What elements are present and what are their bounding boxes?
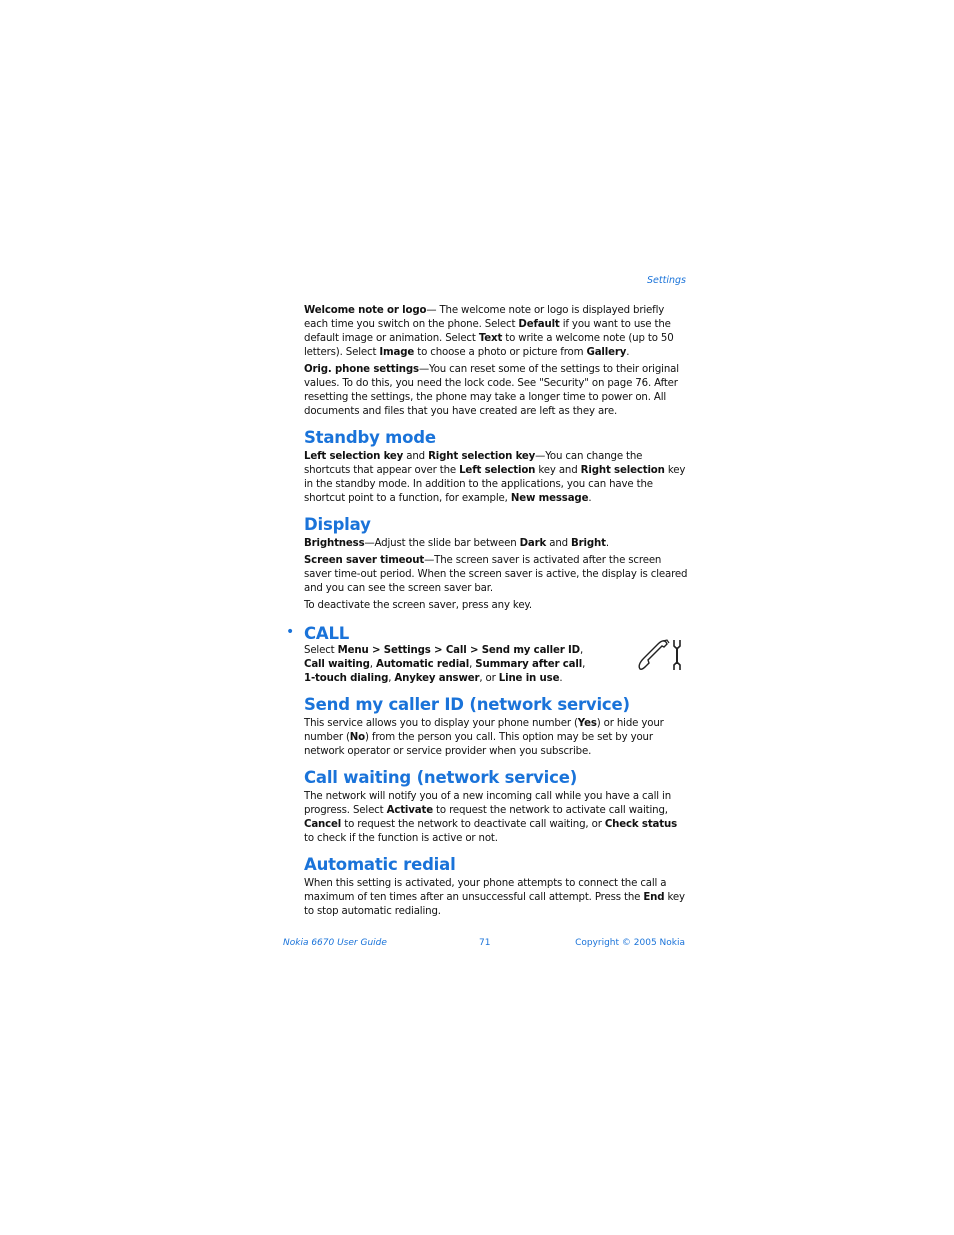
text: , [579, 645, 584, 656]
option: Check status [604, 819, 678, 830]
display-heading: Display [304, 515, 371, 534]
option: Right selection [580, 465, 665, 476]
term: Left selection key [304, 451, 404, 462]
call-waiting-heading: Call waiting (network service) [304, 768, 578, 787]
text: to request the network to deactivate cal… [341, 819, 605, 830]
call-waiting-paragraph: The network will notify you of a new inc… [304, 790, 688, 846]
option: Line in use [498, 673, 560, 684]
option: Left selection [459, 465, 536, 476]
text: Select [304, 645, 338, 656]
document-page: Settings Welcome note or logo— The welco… [0, 0, 954, 1235]
option: Bright [571, 538, 606, 549]
call-heading: CALL [304, 624, 350, 643]
phone-wrench-icon [638, 639, 681, 670]
option: 1-touch dialing [304, 673, 389, 684]
option: Call waiting [304, 659, 370, 670]
option: New message [510, 493, 589, 504]
deactivate-paragraph: To deactivate the screen saver, press an… [304, 600, 532, 611]
option: Cancel [304, 819, 342, 830]
text: . [605, 538, 609, 549]
call-menu-path: Select Menu > Settings > Call > Send my … [304, 644, 594, 686]
redial-heading: Automatic redial [304, 855, 456, 874]
page-number: 71 [479, 938, 491, 948]
standby-paragraph: Left selection key and Right selection k… [304, 450, 688, 506]
caller-id-heading: Send my caller ID (network service) [304, 695, 630, 714]
text: key and [535, 465, 581, 476]
option: Yes [577, 718, 597, 729]
option: Anykey answer [394, 673, 480, 684]
call-section-header: • CALL [282, 624, 688, 644]
option: Default [518, 319, 560, 330]
option: Dark [519, 538, 547, 549]
term: Orig. phone settings [304, 364, 419, 375]
option: Gallery [586, 347, 627, 358]
text: , [582, 659, 586, 670]
text: . [588, 493, 592, 504]
term: Right selection key [428, 451, 536, 462]
text: and [403, 451, 429, 462]
option: Activate [386, 805, 434, 816]
option: End [643, 892, 665, 903]
copyright: Copyright © 2005 Nokia [575, 938, 685, 948]
redial-paragraph: When this setting is activated, your pho… [304, 877, 688, 919]
text: , or [479, 673, 499, 684]
term: Screen saver timeout [304, 555, 425, 566]
guide-title: Nokia 6670 User Guide [283, 938, 387, 948]
text: and [546, 538, 572, 549]
text: to request the network to activate call … [432, 805, 668, 816]
option: Automatic redial [375, 659, 470, 670]
caller-id-paragraph: This service allows you to display your … [304, 717, 688, 759]
option: No [349, 732, 366, 743]
page-content: Welcome note or logo— The welcome note o… [286, 304, 688, 922]
text: . [626, 347, 630, 358]
call-block: Select Menu > Settings > Call > Send my … [304, 639, 688, 686]
option: Summary after call [475, 659, 583, 670]
option: Text [478, 333, 503, 344]
standby-heading: Standby mode [304, 428, 436, 447]
brightness-paragraph: Brightness—Adjust the slide bar between … [304, 537, 688, 551]
term: Brightness [304, 538, 365, 549]
menu-path: Menu > Settings > Call > Send my caller … [337, 645, 580, 656]
text: to check if the function is active or no… [304, 833, 498, 844]
running-head: Settings [647, 275, 686, 286]
term: Welcome note or logo [304, 305, 427, 316]
option: Image [379, 347, 415, 358]
text: When this setting is activated, your pho… [304, 878, 667, 903]
bullet-icon: • [286, 624, 295, 640]
welcome-note-paragraph: Welcome note or logo— The welcome note o… [304, 304, 688, 360]
orig-settings-paragraph: Orig. phone settings—You can reset some … [304, 363, 688, 419]
text: . [559, 673, 563, 684]
text: This service allows you to display your … [304, 718, 578, 729]
text: to choose a photo or picture from [414, 347, 587, 358]
text: —Adjust the slide bar between [364, 538, 520, 549]
screen-saver-paragraph: Screen saver timeout—The screen saver is… [304, 554, 688, 596]
